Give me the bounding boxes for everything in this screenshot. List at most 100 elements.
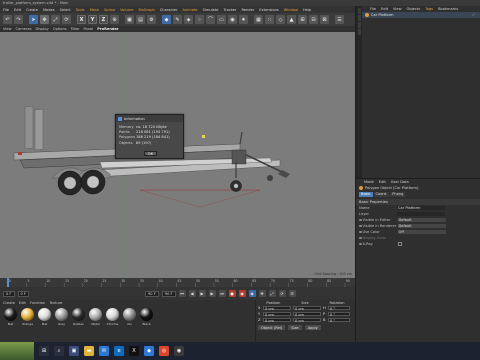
material-swatch[interactable]: Metal [88,308,103,326]
menu-character[interactable]: Character [160,8,178,12]
material-swatch[interactable]: Grey [54,308,69,326]
view-menu-filter[interactable]: Filter [71,27,80,31]
keyframe-selection-icon[interactable]: ◆ [248,290,256,297]
z-axis-lock-button[interactable]: Z [99,15,108,24]
side-tab-objects[interactable] [357,8,361,14]
layer-field[interactable] [397,211,445,217]
layout-icon[interactable]: ☰ [335,15,344,24]
record-icon[interactable]: ● [228,290,236,297]
search-icon[interactable]: ⌕ [54,346,64,356]
mail-icon[interactable]: ✉ [99,346,109,356]
animate-dot-icon[interactable] [359,218,362,222]
animate-dot-icon[interactable] [359,242,362,246]
obj-menu-tags[interactable]: Tags [425,7,433,11]
view-menu-display[interactable]: Display [36,27,49,31]
attr-menu-mode[interactable]: Mode [364,180,374,184]
undo-icon[interactable]: ↶ [3,15,12,24]
position-y-field[interactable]: 0 cm [263,311,291,317]
menu-mesh[interactable]: Mesh [90,8,99,12]
material-swatch[interactable]: Orange [20,308,35,326]
mat-menu-texture[interactable]: Texture [49,301,62,305]
material-swatch[interactable]: Alu [122,308,137,326]
menu-window[interactable]: Window [284,8,298,12]
edges-mode-icon[interactable]: ◇ [276,15,285,24]
size-mode-dropdown[interactable]: Size [288,325,302,330]
mat-menu-edit[interactable]: Edit [19,301,26,305]
material-swatch[interactable]: Black [139,308,154,326]
visible-in-renderer-dropdown[interactable]: Default [397,223,446,229]
menu-extensions[interactable]: Extensions [259,8,279,12]
menu-volume[interactable]: Volume [120,8,133,12]
next-key-icon[interactable]: ▶ [208,290,216,297]
menu-simulate[interactable]: Simulate [203,8,219,12]
move-icon[interactable]: ✥ [40,15,49,24]
animate-dot-icon[interactable] [359,230,362,234]
cinema4d-taskbar-icon[interactable]: ◉ [174,346,184,356]
position-z-field[interactable]: 0 cm [263,317,291,323]
side-tab-takes[interactable] [357,15,361,21]
coordinate-system-icon[interactable]: ⊕ [110,15,119,24]
rotation-p-field[interactable]: 0 ° [328,311,350,317]
menu-mograph[interactable]: MoGraph [138,8,154,12]
subdivision-icon[interactable]: ◈ [184,15,193,24]
tab-phong[interactable]: Phong [390,191,406,197]
timeline-ruler[interactable]: 0 5 10 15 20 25 30 35 40 45 50 55 60 65 70 75 80 85 90 [0,278,355,287]
coord-mode-dropdown[interactable]: Object (Rel) [258,325,286,330]
apply-button[interactable]: Apply [304,325,321,330]
obj-menu-file[interactable]: File [370,7,376,11]
light-icon[interactable]: ✷ [239,15,248,24]
edge-icon[interactable]: e [114,346,124,356]
position-x-field[interactable]: 0 cm [263,305,291,311]
texture-mode-icon[interactable]: ⊠ [320,15,329,24]
size-z-field[interactable]: 0 cm [293,317,321,323]
chrome-icon[interactable]: ◎ [159,346,169,356]
floor-icon[interactable]: ▭ [217,15,226,24]
pen-icon[interactable]: ✎ [173,15,182,24]
model-mode-icon[interactable]: ▦ [254,15,263,24]
animate-dot-icon[interactable] [359,236,362,240]
tab-coord[interactable]: Coord. [373,191,390,197]
animate-dot-icon[interactable] [359,224,362,228]
xray-checkbox[interactable] [397,242,402,246]
material-swatch[interactable]: Rubber [71,308,86,326]
view-menu-view[interactable]: View [3,27,12,31]
use-color-dropdown[interactable]: Off [397,229,446,235]
menu-help[interactable]: Help [303,8,311,12]
rotation-key-icon[interactable]: ⟳ [278,290,286,297]
material-swatch[interactable]: Mat [3,308,18,326]
end-frame-field[interactable]: 90 F [145,290,159,297]
rotate-icon[interactable]: ⟳ [62,15,71,24]
material-swatch[interactable]: Mat [37,308,52,326]
store-icon[interactable]: ◆ [144,346,154,356]
obj-menu-edit[interactable]: Edit [381,7,388,11]
obj-menu-view[interactable]: View [393,7,402,11]
prev-key-icon[interactable]: ◀ [188,290,196,297]
task-view-icon[interactable]: ▣ [69,346,79,356]
menu-file[interactable]: File [3,8,9,12]
dialog-titlebar[interactable]: Information [116,115,183,122]
visible-in-editor-dropdown[interactable]: Default [397,217,446,223]
menu-render[interactable]: Render [241,8,254,12]
live-selection-icon[interactable]: ➤ [29,15,38,24]
view-menu-panel[interactable]: Panel [84,27,94,31]
side-tab-layers[interactable] [357,29,361,35]
menu-tools[interactable]: Tools [76,8,85,12]
workplane-icon[interactable]: ⊟ [309,15,318,24]
object-row-car-platform[interactable]: Car Platform ✓ [362,12,480,18]
mat-menu-function[interactable]: Function [30,301,45,305]
goto-start-icon[interactable]: ⏮ [178,290,186,297]
view-menu-prorender[interactable]: ProRender [97,27,118,31]
size-x-field[interactable]: 0 cm [293,305,321,311]
y-axis-lock-button[interactable]: Y [88,15,97,24]
obj-menu-bookmarks[interactable]: Bookmarks [438,7,458,11]
position-key-icon[interactable]: ✥ [258,290,266,297]
menu-tracker[interactable]: Tracker [224,8,237,12]
size-y-field[interactable]: 0 cm [293,311,321,317]
side-tab-content[interactable] [357,22,361,28]
timeline-menu-icon[interactable]: ☰ [288,290,296,297]
render-view-icon[interactable]: ▣ [125,15,134,24]
ok-button[interactable]: OK [144,151,157,156]
start-frame-field[interactable]: 0 F [3,290,15,297]
render-settings-icon[interactable]: ⚙ [147,15,156,24]
x-axis-lock-button[interactable]: X [77,15,86,24]
